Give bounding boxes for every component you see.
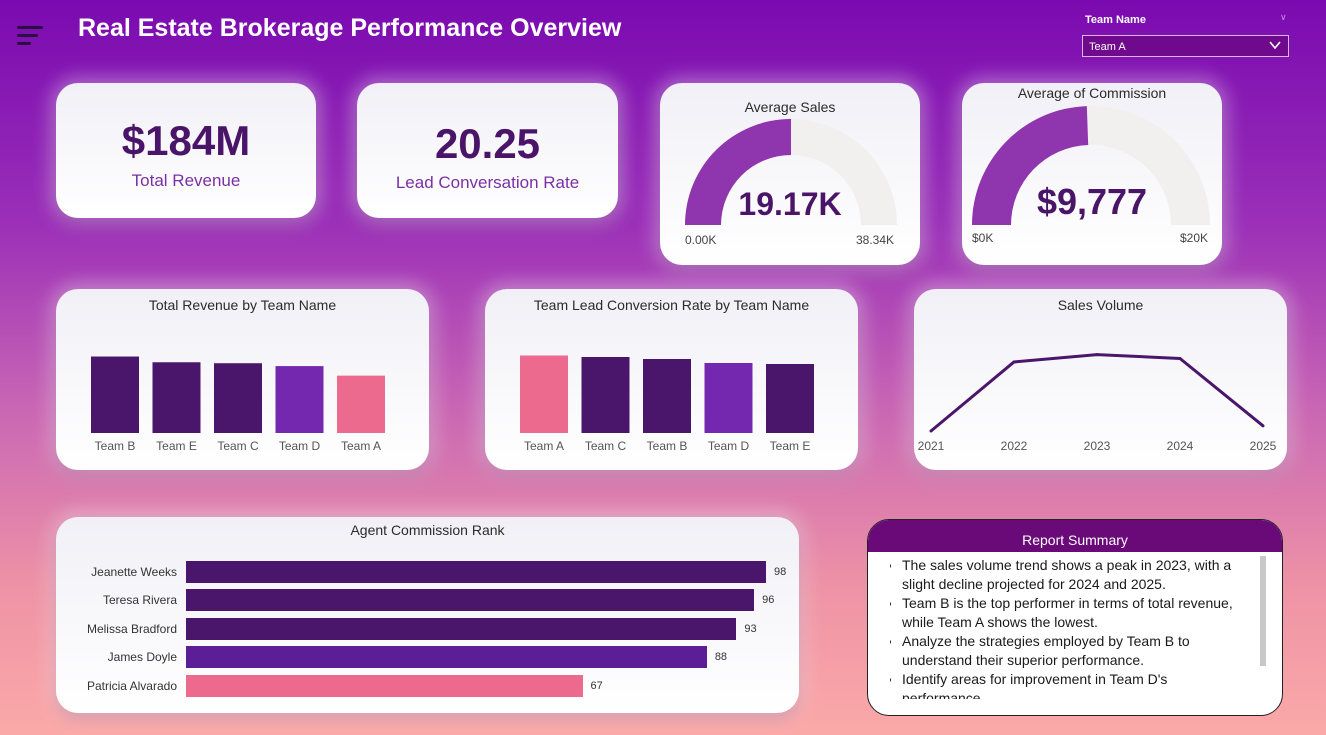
bar-team-e[interactable] (152, 362, 201, 433)
agent-commission-value: 88 (714, 651, 728, 664)
x-tick-label: Team D (708, 439, 750, 453)
x-tick-label: Team E (156, 439, 197, 453)
x-tick-label: 2023 (1084, 439, 1111, 453)
average-commission-card: Average of Commission $9,777 $0K $20K (962, 83, 1222, 265)
agent-commission-bar[interactable] (186, 646, 707, 669)
average-commission-value: $9,777 (1036, 181, 1148, 222)
summary-item: Identify areas for improvement in Team D… (902, 670, 1252, 699)
x-tick-label: 2021 (918, 439, 945, 453)
agent-commission-bar-chart: Jeanette Weeks 98 Teresa Rivera 96 Melissa B… (56, 517, 799, 713)
gauge-max-label: 38.34K (856, 233, 895, 247)
agent-commission-value: 67 (590, 679, 603, 692)
x-tick-label: Team A (524, 439, 564, 453)
chevron-down-icon (1269, 41, 1281, 50)
lead-rate-by-team-card: Team Lead Conversion Rate by Team Name T… (485, 289, 858, 470)
x-tick-label: Team B (647, 439, 688, 453)
lead-rate-value: 20.25 (434, 120, 541, 167)
gauge-min-label: $0K (972, 231, 994, 245)
sales-volume-line[interactable] (930, 353, 1264, 433)
gauge-min-label: 0.00K (685, 233, 717, 247)
bar-team-a[interactable] (520, 355, 568, 434)
agent-name-label: James Doyle (107, 650, 177, 665)
slicer-collapse-icon[interactable]: ∨ (1280, 12, 1287, 23)
total-revenue-card: $184M Total Revenue (56, 83, 316, 218)
summary-item: Analyze the strategies employed by Team … (902, 632, 1252, 670)
summary-item: The sales volume trend shows a peak in 2… (902, 556, 1252, 594)
average-sales-card: Average Sales 19.17K 0.00K 38.34K (660, 83, 920, 265)
lead-rate-bar-chart: Team A Team C Team B Team D Team E (520, 355, 814, 453)
agent-commission-bar[interactable] (186, 674, 583, 697)
agent-commission-bar[interactable] (186, 561, 766, 583)
agent-commission-bar[interactable] (186, 617, 737, 640)
sales-volume-card: Sales Volume 2021 2022 2023 2024 2025 (914, 289, 1287, 470)
agent-name-label: Patricia Alvarado (86, 678, 177, 693)
bar-team-c[interactable] (581, 357, 630, 433)
agent-commission-card: Agent Commission Rank Jeanette Weeks 98 Te… (56, 517, 799, 713)
agent-commission-value: 93 (744, 622, 757, 635)
x-tick-label: Team B (95, 439, 136, 453)
report-summary-panel: Report Summary The sales volume trend sh… (867, 519, 1283, 716)
x-tick-label: Team C (217, 439, 259, 453)
agent-commission-bar[interactable] (186, 589, 755, 612)
x-tick-label: 2024 (1167, 439, 1194, 453)
agent-commission-value: 96 (762, 594, 775, 607)
bar-team-d[interactable] (704, 363, 753, 433)
agent-commission-value: 98 (774, 566, 787, 578)
bar-team-e[interactable] (766, 364, 814, 433)
summary-item: Team B is the top performer in terms of … (902, 594, 1252, 632)
x-tick-label: 2022 (1001, 439, 1028, 453)
page-title: Real Estate Brokerage Performance Overvi… (78, 14, 622, 42)
average-sales-value: 19.17K (738, 186, 842, 222)
report-summary-title: Report Summary (868, 520, 1282, 552)
summary-scrollbar[interactable] (1260, 556, 1266, 666)
revenue-bar-chart: Team B Team E Team C Team D Team A (91, 356, 385, 453)
team-slicer-label: Team Name (1085, 14, 1146, 26)
gauge-max-label: $20K (1180, 231, 1209, 245)
bar-team-b[interactable] (643, 359, 691, 433)
agent-name-label: Jeanette Weeks (91, 565, 177, 579)
agent-name-label: Melissa Bradford (86, 621, 177, 636)
bar-team-a[interactable] (337, 375, 385, 433)
line-point-2022[interactable] (1012, 360, 1016, 364)
team-name-selected: Team A (1089, 41, 1126, 53)
x-tick-label: Team E (770, 439, 811, 453)
x-tick-label: 2025 (1250, 439, 1277, 453)
line-point-2021[interactable] (929, 429, 933, 433)
total-revenue-value: $184M (121, 117, 251, 164)
lead-rate-label: Lead Conversation Rate (395, 173, 580, 192)
hamburger-menu-icon[interactable] (17, 26, 43, 48)
line-point-2024[interactable] (1178, 356, 1182, 360)
bar-team-b[interactable] (91, 356, 139, 433)
x-tick-label: Team A (341, 439, 381, 453)
revenue-by-team-card: Total Revenue by Team Name Team B Team ET… (56, 289, 429, 470)
report-summary-list[interactable]: The sales volume trend shows a peak in 2… (890, 556, 1252, 699)
total-revenue-label: Total Revenue (131, 171, 241, 190)
team-name-dropdown[interactable]: Team A (1082, 35, 1289, 57)
bar-team-c[interactable] (214, 363, 262, 433)
sales-volume-line-chart: 2021 2022 2023 2024 2025 (918, 353, 1277, 453)
agent-name-label: Teresa Rivera (102, 593, 177, 608)
line-point-2023[interactable] (1095, 353, 1099, 357)
lead-rate-card: 20.25 Lead Conversation Rate (357, 83, 618, 218)
bar-team-d[interactable] (275, 366, 324, 433)
line-point-2025[interactable] (1261, 424, 1265, 428)
x-tick-label: Team D (279, 439, 321, 453)
x-tick-label: Team C (585, 439, 627, 453)
